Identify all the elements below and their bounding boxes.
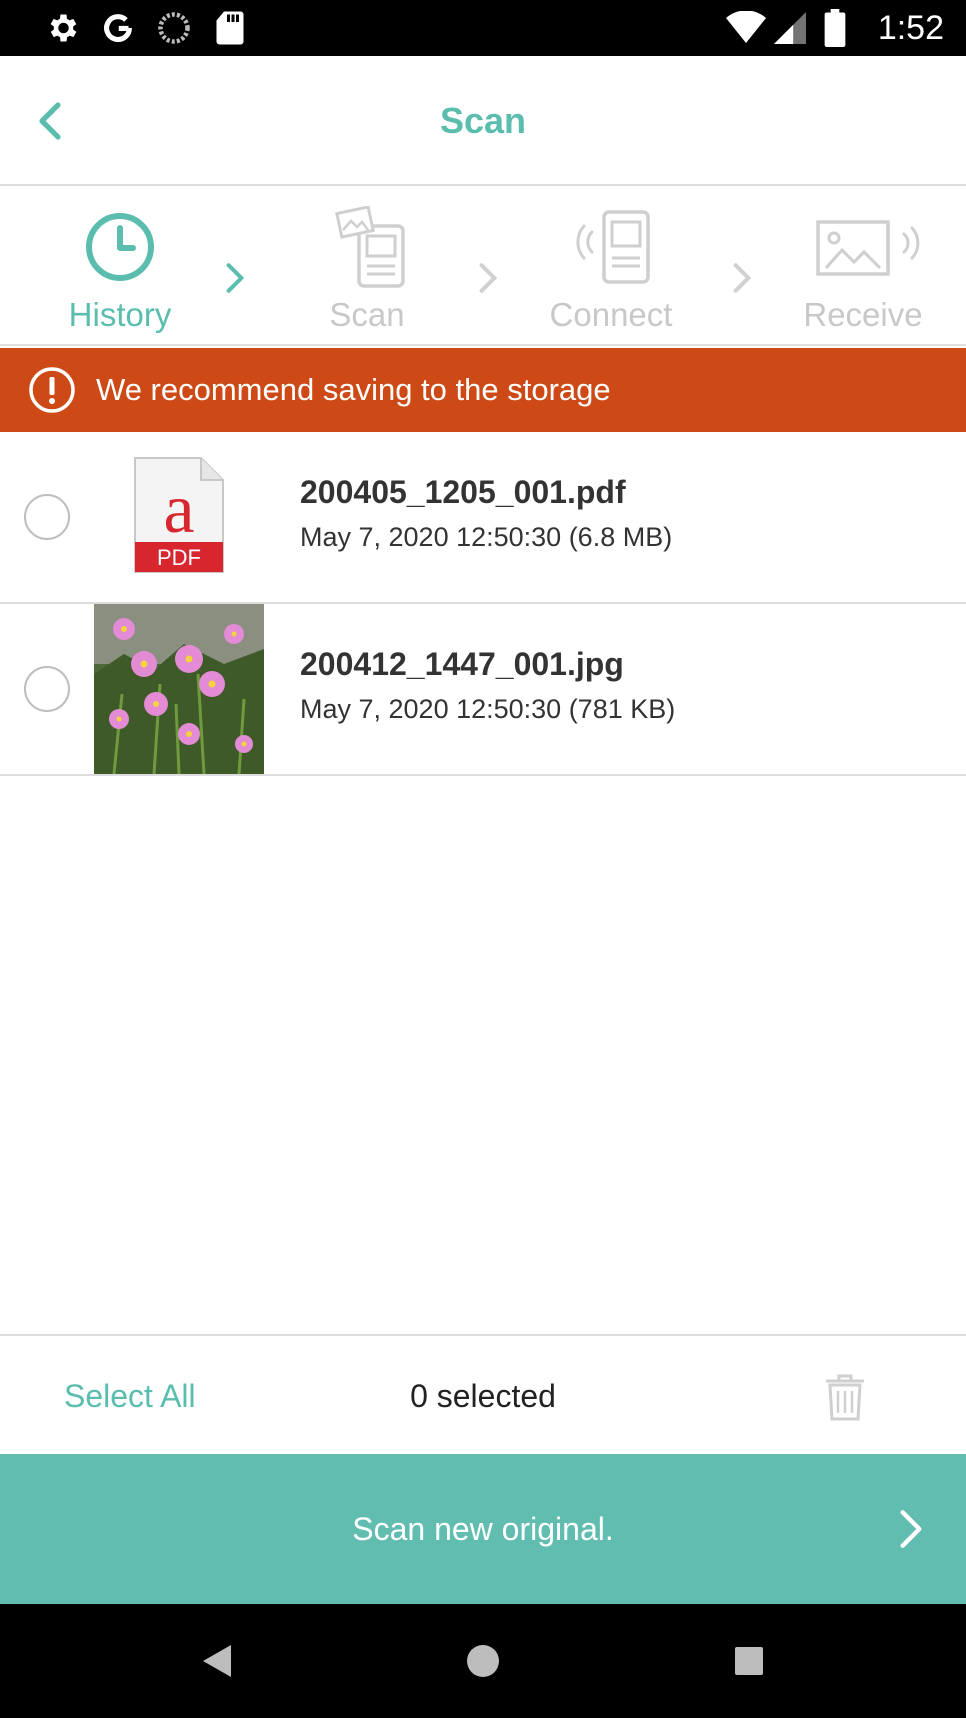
recents-square-icon [735, 1647, 763, 1675]
chevron-right-icon [473, 258, 503, 298]
svg-text:a: a [163, 471, 194, 548]
step-label-scan: Scan [329, 296, 405, 333]
select-radio[interactable] [24, 666, 70, 712]
home-circle-icon [467, 1645, 499, 1677]
app-header: Scan [0, 56, 966, 186]
flower-photo [94, 604, 264, 774]
pdf-icon: a PDF [94, 432, 264, 602]
chevron-right-icon [727, 258, 757, 298]
step-progress-bar: History Scan Connect Receive [0, 188, 966, 346]
step-history[interactable]: History [20, 188, 220, 346]
back-triangle-icon [203, 1645, 231, 1677]
status-time: 1:52 [877, 9, 944, 47]
nav-recents-button[interactable] [726, 1638, 772, 1684]
step-label-receive: Receive [803, 296, 923, 333]
file-name: 200405_1205_001.pdf [300, 474, 626, 510]
pdf-label: PDF [157, 545, 201, 570]
warning-text: We recommend saving to the storage [96, 372, 611, 407]
step-scan[interactable]: Scan [267, 188, 467, 346]
signal-icon [772, 0, 808, 56]
nav-home-button[interactable] [460, 1638, 506, 1684]
warning-banner: We recommend saving to the storage [0, 348, 966, 432]
file-meta: May 7, 2020 12:50:30 (781 KB) [300, 694, 676, 724]
status-bar: 1:52 [0, 0, 966, 56]
battery-icon [820, 0, 850, 56]
alert-circle-icon [29, 367, 75, 413]
sync-icon [152, 0, 196, 56]
settings-icon [40, 0, 84, 56]
trash-icon [826, 1374, 864, 1421]
delete-button[interactable] [820, 1372, 870, 1422]
wireless-device-icon [576, 210, 650, 284]
sd-card-icon [208, 0, 252, 56]
file-row[interactable]: a PDF 200405_1205_001.pdf May 7, 2020 12… [0, 432, 966, 604]
selection-action-bar: Select All 0 selected [0, 1334, 966, 1454]
chevron-right-icon [900, 1510, 922, 1548]
file-row[interactable]: 200412_1447_001.jpg May 7, 2020 12:50:30… [0, 604, 966, 776]
file-meta: May 7, 2020 12:50:30 (6.8 MB) [300, 522, 673, 552]
file-name: 200412_1447_001.jpg [300, 646, 624, 682]
step-receive[interactable]: Receive [763, 188, 963, 346]
chevron-right-icon [220, 258, 250, 298]
image-receive-icon [816, 220, 920, 276]
wifi-icon [724, 0, 768, 56]
step-connect[interactable]: Connect [511, 188, 711, 346]
file-list: a PDF 200405_1205_001.pdf May 7, 2020 12… [0, 432, 966, 776]
select-radio[interactable] [24, 494, 70, 540]
google-icon [96, 0, 140, 56]
page-title: Scan [439, 100, 527, 141]
step-label-connect: Connect [549, 296, 673, 333]
clock-icon [86, 213, 154, 281]
nav-back-button[interactable] [194, 1638, 240, 1684]
scan-new-original-button[interactable]: Scan new original. [0, 1454, 966, 1604]
step-label-history: History [68, 296, 172, 333]
scanner-icon [335, 206, 405, 288]
scan-button-label: Scan new original. [352, 1511, 614, 1547]
system-nav-bar [0, 1604, 966, 1718]
